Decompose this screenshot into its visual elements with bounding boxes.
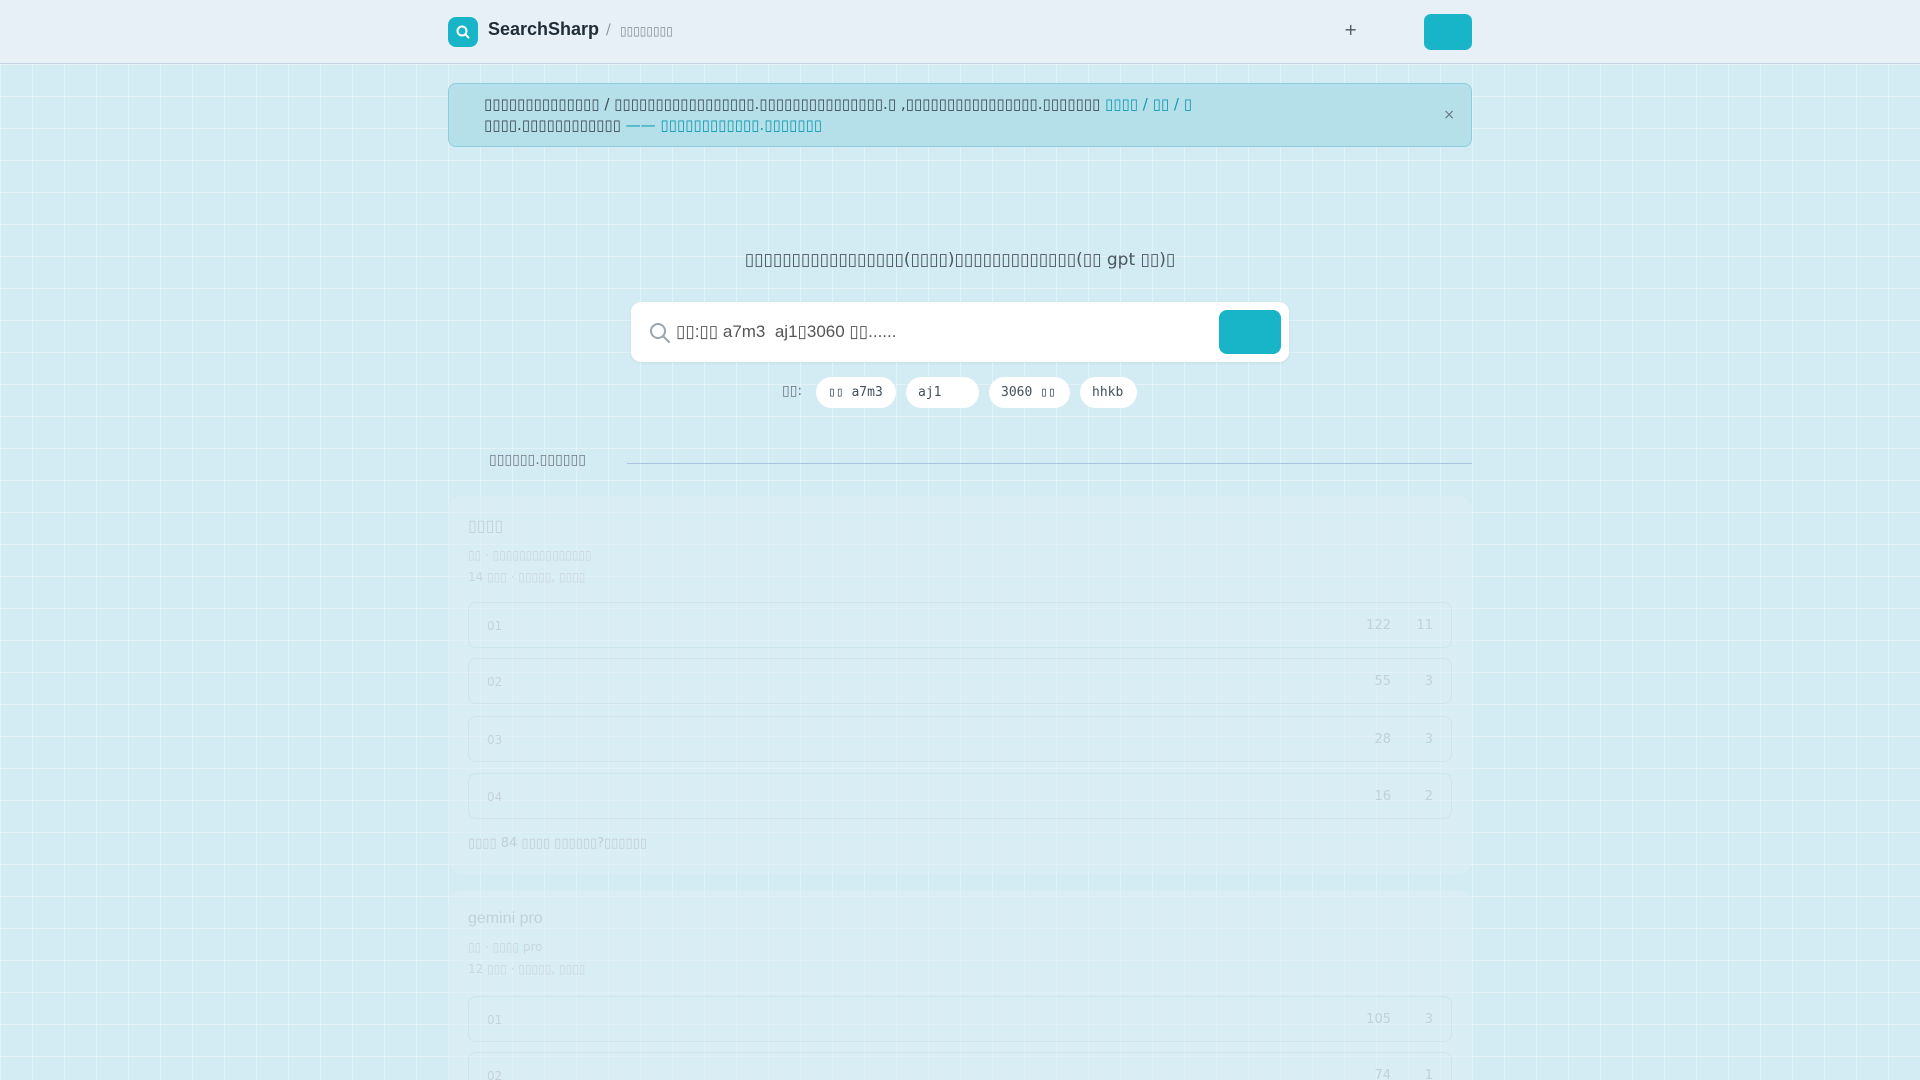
breadcrumb-current: ▯▯▯▯▯▯▯▯ (620, 24, 673, 38)
table-row[interactable]: 02 55 3 (468, 658, 1452, 704)
table-row[interactable]: 02 74 1 (468, 1052, 1452, 1080)
suggestion-chip[interactable]: ▯▯ a7m3 (816, 377, 896, 408)
row-rank: 02 (487, 675, 503, 689)
card-meta: 12 ▯▯▯ · ▯▯▯▯▯, ▯▯▯▯ (468, 962, 586, 976)
table-row[interactable]: 01 105 3 (468, 996, 1452, 1042)
primary-action-button[interactable] (1424, 14, 1472, 50)
row-count: 122 (1366, 618, 1391, 633)
row-count: 16 (1374, 789, 1391, 804)
row-rank: 04 (487, 790, 503, 804)
search-icon (650, 323, 670, 343)
row-rank: 03 (487, 733, 503, 747)
result-card[interactable]: gemini pro ▯▯ · ▯▯▯▯ pro 12 ▯▯▯ · ▯▯▯▯▯,… (448, 890, 1472, 1080)
row-rank: 02 (487, 1069, 503, 1080)
row-rank: 01 (487, 619, 503, 633)
result-card[interactable]: ▯▯▯▯ ▯▯ · ▯▯▯▯▯▯▯▯▯▯▯▯▯▯▯ 14 ▯▯▯ · ▯▯▯▯▯… (448, 496, 1472, 874)
notice-text-secondary: ▯▯▯▯.▯▯▯▯▯▯▯▯▯▯▯▯ (484, 116, 626, 134)
notice-banner: ▯▯▯▯▯▯▯▯▯▯▯▯▯▯ / ▯▯▯▯▯▯▯▯▯▯▯▯▯▯▯▯▯.▯▯▯▯▯… (448, 83, 1472, 147)
hero-text: ▯▯▯▯▯▯▯▯▯▯▯▯▯▯▯▯▯(▯▯▯▯)▯▯▯▯▯▯▯▯▯▯▯▯▯(▯▯ … (744, 250, 1176, 270)
top-bar: SearchSharp / ▯▯▯▯▯▯▯▯ + (0, 0, 1920, 64)
row-count: 55 (1374, 674, 1391, 689)
card-title: gemini pro (468, 910, 543, 927)
row-secondary-count: 3 (1424, 674, 1433, 689)
notice-link[interactable]: ▯▯▯▯ / ▯▯ / ▯ (1105, 95, 1192, 113)
table-row[interactable]: 04 16 2 (468, 773, 1452, 819)
table-row[interactable]: 01 122 11 (468, 602, 1452, 648)
breadcrumb-separator: / (606, 22, 611, 38)
card-title: ▯▯▯▯ (468, 518, 504, 535)
table-row[interactable]: 03 28 3 (468, 716, 1452, 762)
notice-text: ▯▯▯▯▯▯▯▯▯▯▯▯▯▯ / ▯▯▯▯▯▯▯▯▯▯▯▯▯▯▯▯▯.▯▯▯▯▯… (484, 95, 1106, 113)
row-count: 28 (1374, 732, 1391, 747)
row-secondary-count: 2 (1424, 789, 1433, 804)
row-secondary-count: 3 (1424, 732, 1433, 747)
search-input[interactable] (676, 316, 1196, 348)
card-footer: ▯▯▯▯ 84 ▯▯▯▯ ▯▯▯▯▯▯?▯▯▯▯▯▯ (468, 836, 647, 851)
suggestion-chip[interactable]: 3060 ▯▯ (989, 377, 1070, 408)
suggestion-chip[interactable]: hhkb (1080, 377, 1137, 408)
magnifier-icon (456, 25, 470, 39)
row-secondary-count: 3 (1424, 1012, 1433, 1027)
brand-name[interactable]: SearchSharp (488, 19, 599, 40)
section-title: ▯▯▯▯▯▯.▯▯▯▯▯▯ (489, 452, 586, 468)
row-secondary-count: 11 (1416, 618, 1433, 633)
suggestion-chip[interactable]: aj1 (906, 377, 979, 408)
row-count: 105 (1366, 1012, 1391, 1027)
section-divider (627, 463, 1472, 464)
close-icon[interactable]: × (1443, 105, 1455, 126)
card-subtitle: ▯▯ · ▯▯▯▯ pro (468, 940, 543, 954)
search-button[interactable] (1219, 310, 1281, 354)
row-count: 74 (1374, 1068, 1391, 1080)
add-button[interactable]: + (1344, 20, 1357, 39)
card-meta: 14 ▯▯▯ · ▯▯▯▯▯, ▯▯▯▯ (468, 570, 586, 584)
suggestions-label: ▯▯: (782, 383, 803, 399)
notice-link-secondary[interactable]: —— ▯▯▯▯▯▯▯▯▯▯▯▯.▯▯▯▯▯▯▯ (626, 116, 822, 134)
row-secondary-count: 1 (1424, 1068, 1433, 1080)
row-rank: 01 (487, 1013, 503, 1027)
logo-search-icon[interactable] (448, 17, 478, 47)
card-subtitle: ▯▯ · ▯▯▯▯▯▯▯▯▯▯▯▯▯▯▯ (468, 548, 592, 562)
search-box (631, 302, 1289, 362)
